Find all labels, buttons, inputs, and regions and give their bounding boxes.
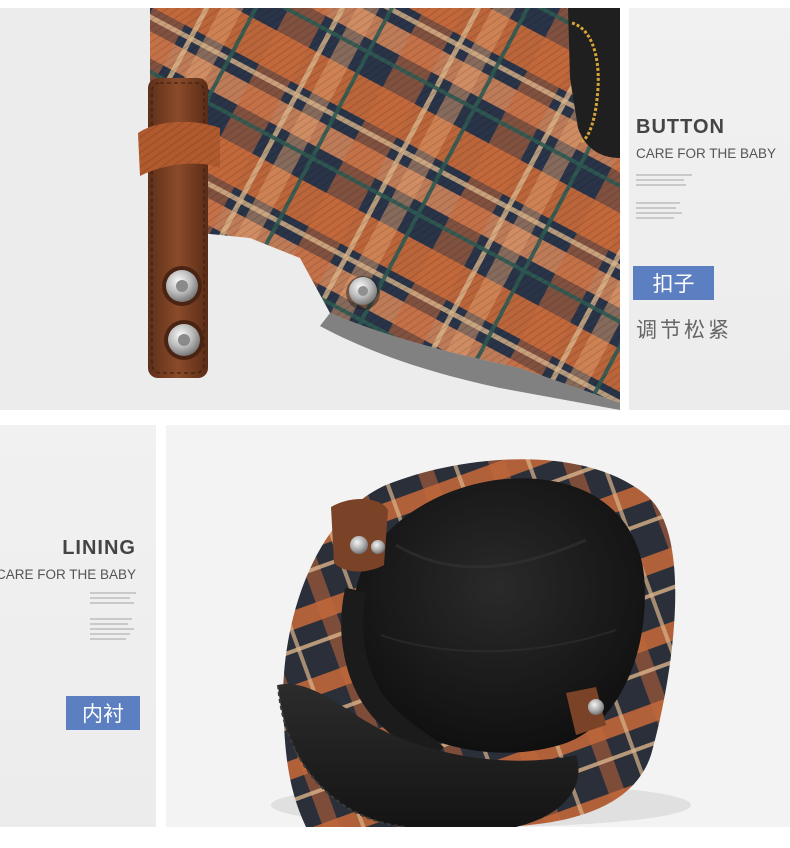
button-heading: BUTTON xyxy=(636,116,725,138)
button-badge: 扣子 xyxy=(633,266,714,300)
cap-strap-button-photo xyxy=(0,8,620,410)
button-subheading: CARE FOR THE BABY xyxy=(636,146,777,161)
cap-lining-photo xyxy=(166,425,790,827)
button-caption: 调节松紧 xyxy=(636,318,732,342)
snap-button-cap xyxy=(346,276,380,310)
snap-button-bottom xyxy=(164,320,204,360)
lining-info-panel: LINING CARE FOR THE BABY 内衬 xyxy=(0,425,156,827)
lining-fine-text xyxy=(90,592,136,643)
lining-subheading: CARE FOR THE BABY xyxy=(0,567,136,582)
lining-badge: 内衬 xyxy=(66,696,140,730)
button-fine-text xyxy=(636,174,692,222)
snap-button-top xyxy=(162,266,202,306)
button-info-panel: BUTTON CARE FOR THE BABY 扣子 调节松紧 xyxy=(629,8,790,410)
lining-heading: LINING xyxy=(62,537,136,559)
